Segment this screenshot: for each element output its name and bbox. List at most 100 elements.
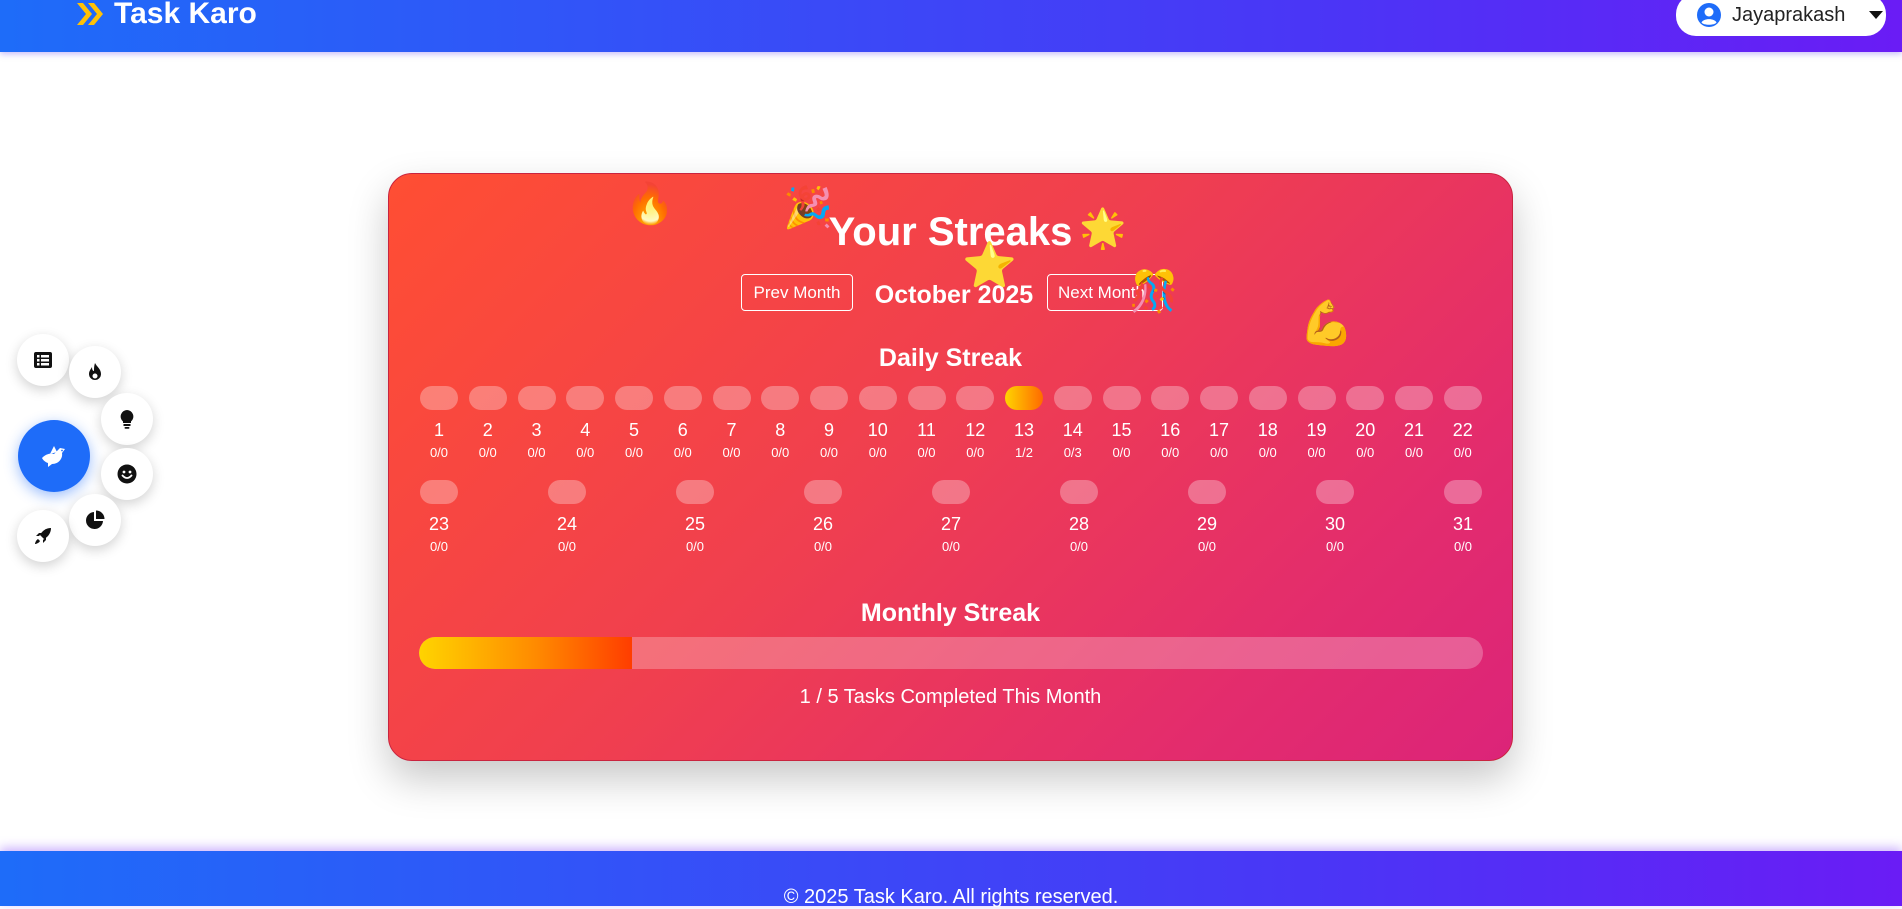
day-streak-cell[interactable]: 8 0/0 [760, 386, 800, 460]
day-streak-cell[interactable]: 11 0/0 [907, 386, 947, 460]
day-task-count: 0/0 [966, 445, 985, 460]
monthly-progress-bar [419, 637, 1483, 669]
day-streak-cell[interactable]: 16 0/0 [1150, 386, 1190, 460]
day-number: 3 [531, 420, 542, 440]
day-number: 23 [428, 514, 450, 534]
day-streak-cell[interactable]: 25 0/0 [675, 480, 715, 554]
day-task-count: 0/0 [429, 445, 449, 460]
day-streak-cell[interactable]: 10 0/0 [858, 386, 898, 460]
streak-indicator [1060, 480, 1098, 504]
day-streak-cell[interactable]: 14 0/3 [1053, 386, 1093, 460]
dove-icon[interactable] [18, 420, 90, 492]
day-streak-cell[interactable]: 24 0/0 [547, 480, 587, 554]
streak-indicator [1053, 386, 1092, 410]
day-task-count: 0/0 [1258, 445, 1277, 460]
day-task-count: 0/0 [819, 445, 839, 460]
day-streak-cell[interactable]: 18 0/0 [1248, 386, 1288, 460]
monthly-streak-title: Monthly Streak [860, 599, 1041, 627]
day-streak-cell[interactable]: 31 0/0 [1443, 480, 1483, 554]
streak-indicator [1346, 386, 1385, 410]
prev-month-button[interactable]: Prev Month [741, 274, 853, 311]
day-streak-cell[interactable]: 2 0/0 [468, 386, 508, 460]
day-task-count: 0/0 [685, 539, 705, 554]
day-number: 13 [1013, 420, 1035, 440]
smile-icon[interactable] [101, 448, 153, 500]
day-number: 12 [965, 420, 986, 440]
day-streak-cell[interactable]: 27 0/0 [931, 480, 971, 554]
footer: © 2025 Task Karo. All rights reserved. [0, 851, 1902, 908]
day-task-count: 0/0 [673, 445, 692, 460]
streak-indicator [548, 480, 586, 504]
day-streak-cell[interactable]: 30 0/0 [1315, 480, 1355, 554]
day-number: 27 [940, 514, 962, 534]
day-number: 16 [1160, 420, 1181, 440]
streak-indicator [566, 386, 605, 410]
day-streak-cell[interactable]: 15 0/0 [1102, 386, 1142, 460]
day-streak-cell[interactable]: 28 0/0 [1059, 480, 1099, 554]
brand-name: Task Karo [114, 0, 257, 30]
day-streak-cell[interactable]: 1 0/0 [419, 386, 459, 460]
streak-indicator [517, 386, 556, 410]
day-streak-cell[interactable]: 17 0/0 [1199, 386, 1239, 460]
streak-indicator [615, 386, 653, 410]
day-number: 21 [1403, 420, 1425, 440]
streak-indicator [420, 386, 458, 410]
fire-icon[interactable] [69, 346, 121, 398]
lightbulb-icon[interactable] [101, 393, 153, 445]
day-number: 9 [823, 420, 834, 440]
streak-indicator [1297, 386, 1336, 410]
day-streak-cell[interactable]: 12 0/0 [955, 386, 995, 460]
day-streak-cell[interactable]: 23 0/0 [419, 480, 459, 554]
day-task-count: 0/0 [624, 445, 644, 460]
streak-indicator [676, 480, 714, 504]
day-task-count: 0/0 [1112, 445, 1131, 460]
day-streak-cell[interactable]: 21 0/0 [1394, 386, 1434, 460]
brand[interactable]: Task Karo [74, 0, 257, 31]
streak-indicator [1102, 386, 1141, 410]
day-streak-cell[interactable]: 22 0/0 [1443, 386, 1483, 460]
star-emoji: 🌟 [1079, 208, 1127, 250]
user-circle-icon [1697, 3, 1721, 27]
day-streak-cell[interactable]: 9 0/0 [809, 386, 849, 460]
streak-indicator [1443, 386, 1482, 410]
day-streak-cell[interactable]: 7 0/0 [712, 386, 752, 460]
day-number: 7 [726, 420, 737, 440]
day-streak-cell[interactable]: 20 0/0 [1345, 386, 1385, 460]
pie-chart-icon[interactable] [69, 494, 121, 546]
day-number: 22 [1452, 420, 1473, 440]
streak-indicator [468, 386, 507, 410]
streak-indicator [1200, 386, 1238, 410]
day-number: 20 [1355, 420, 1376, 440]
party-popper-emoji: 🎉 [783, 186, 833, 230]
day-task-count: 0/0 [917, 445, 936, 460]
day-streak-cell[interactable]: 26 0/0 [803, 480, 843, 554]
day-task-count: 0/0 [527, 445, 546, 460]
list-icon[interactable] [17, 334, 69, 386]
day-number: 5 [628, 420, 639, 440]
day-number: 14 [1062, 420, 1083, 440]
streak-indicator [712, 386, 751, 410]
day-streak-cell[interactable]: 3 0/0 [517, 386, 557, 460]
streak-indicator [907, 386, 946, 410]
day-streak-cell[interactable]: 4 0/0 [565, 386, 605, 460]
rocket-icon[interactable] [17, 510, 69, 562]
day-streak-cell[interactable]: 19 0/0 [1297, 386, 1337, 460]
day-streak-cell[interactable]: 6 0/0 [663, 386, 703, 460]
day-number: 10 [867, 420, 888, 440]
day-streak-cell[interactable]: 29 0/0 [1187, 480, 1227, 554]
day-task-count: 0/0 [1161, 445, 1180, 460]
day-number: 24 [556, 514, 578, 534]
day-streak-cell[interactable]: 13 1/2 [1004, 386, 1044, 460]
day-task-count: 0/0 [576, 445, 595, 460]
day-streak-cell[interactable]: 5 0/0 [614, 386, 654, 460]
day-number: 2 [482, 420, 493, 440]
user-menu-button[interactable]: Jayaprakash [1676, 0, 1886, 36]
day-number: 30 [1324, 514, 1346, 534]
day-number: 19 [1306, 420, 1327, 440]
day-task-count: 1/2 [1014, 445, 1034, 460]
card-title: Your Streaks [828, 210, 1073, 254]
streak-indicator [956, 386, 995, 410]
flexed-biceps-emoji: 💪 [1299, 299, 1354, 348]
caret-down-icon [1869, 11, 1884, 19]
streak-indicator [1151, 386, 1190, 410]
